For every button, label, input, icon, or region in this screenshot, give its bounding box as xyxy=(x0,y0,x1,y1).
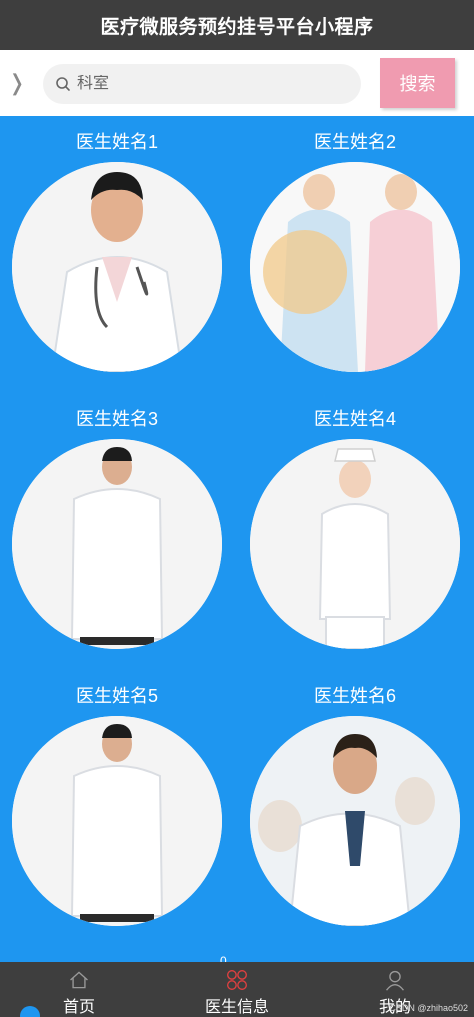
search-icon xyxy=(56,77,70,91)
doctor-photo xyxy=(12,162,222,372)
tab-label: 首页 xyxy=(62,999,95,1016)
doctor-name: 医生姓名6 xyxy=(313,686,396,706)
doctor-name: 医生姓名1 xyxy=(75,132,158,152)
scroll-indicator: 0 xyxy=(220,954,227,968)
doctor-photo xyxy=(12,716,222,926)
user-icon xyxy=(386,970,404,991)
search-bar: ❭ 搜索 xyxy=(0,50,474,116)
search-box[interactable] xyxy=(43,64,361,104)
bottom-tab-bar: 首页 医生信息 我的 CSDN @zhihao502 xyxy=(0,962,474,1017)
doctor-name: 医生姓名4 xyxy=(313,409,396,429)
tab-label: 医生信息 xyxy=(204,999,269,1016)
doctor-name: 医生姓名5 xyxy=(75,686,158,706)
doctor-grid: 医生姓名1 医生姓名2 医生姓名3 医生姓名4 医生姓名5 医生姓名6 xyxy=(0,116,474,962)
doctor-photo xyxy=(250,162,460,372)
home-icon xyxy=(70,971,88,989)
watermark: CSDN @zhihao502 xyxy=(389,1003,468,1013)
doctor-name: 医生姓名3 xyxy=(75,409,158,429)
search-button[interactable]: 搜索 xyxy=(380,58,455,108)
doctor-photo xyxy=(250,439,460,649)
doctor-photo xyxy=(250,716,460,926)
chevron-right-icon[interactable]: ❭ xyxy=(6,70,28,96)
doctor-photo xyxy=(12,439,222,649)
tab-doctor-info[interactable]: 医生信息 xyxy=(158,962,316,1017)
page-title: 医疗微服务预约挂号平台小程序 xyxy=(0,0,474,50)
grid-icon xyxy=(227,970,247,990)
doctor-name: 医生姓名2 xyxy=(313,132,396,152)
search-input[interactable] xyxy=(77,75,337,93)
